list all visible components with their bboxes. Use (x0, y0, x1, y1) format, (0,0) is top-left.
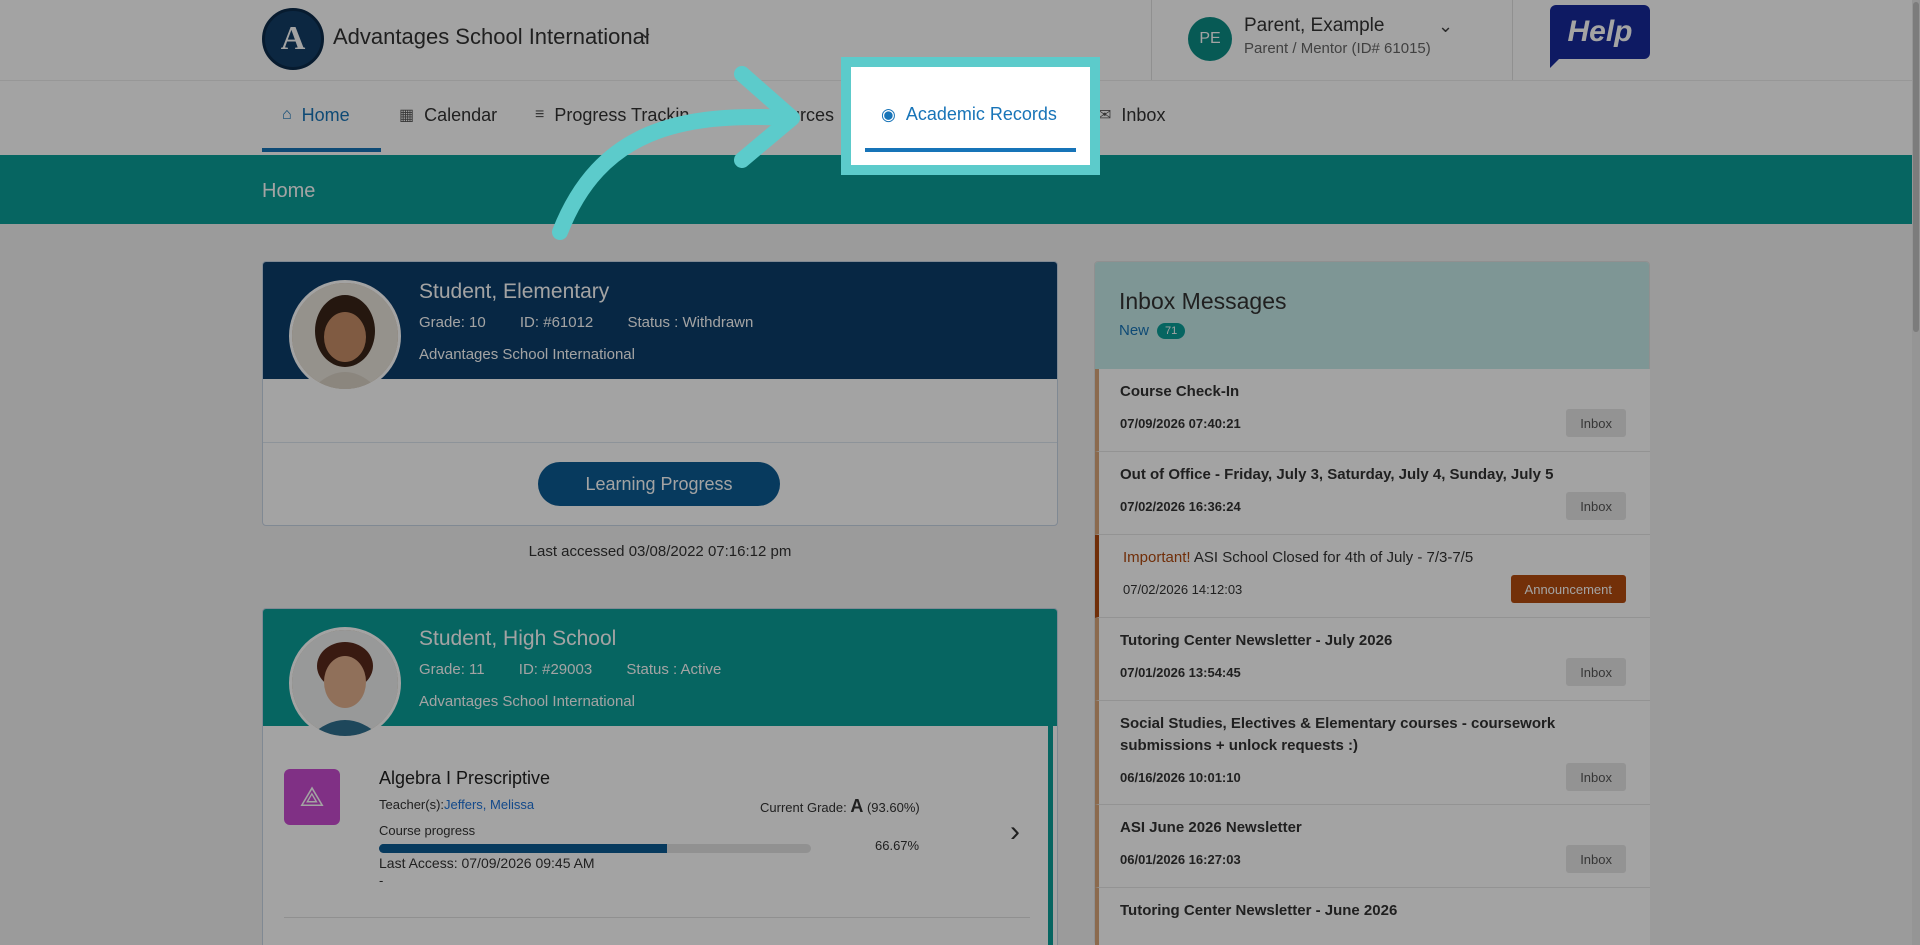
tutorial-arrow-icon (552, 66, 800, 240)
